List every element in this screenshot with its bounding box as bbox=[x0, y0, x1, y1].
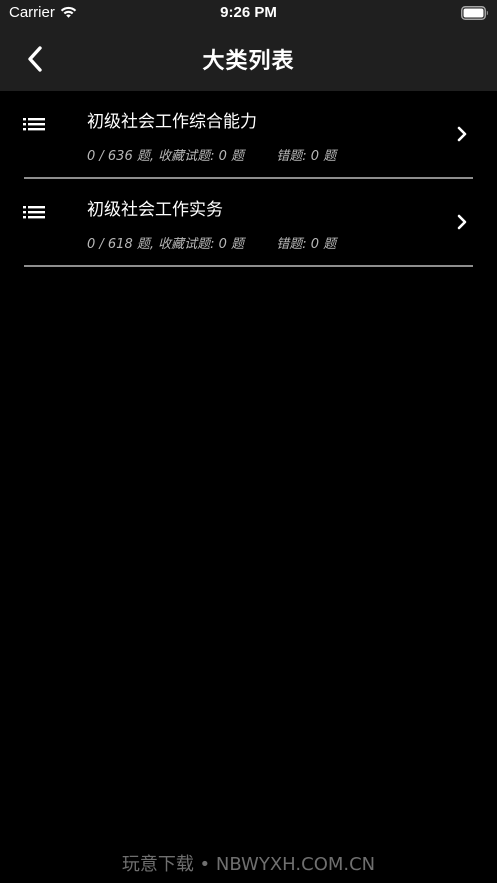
page-title: 大类列表 bbox=[202, 49, 295, 74]
item-favorites: 收藏试题: 0 题 bbox=[158, 149, 245, 164]
item-stats: 0 / 618 题, 收藏试题: 0 题 错题: 0 题 bbox=[87, 233, 336, 252]
category-list: 初级社会工作综合能力 0 / 636 题, 收藏试题: 0 题 错题: 0 题 … bbox=[0, 91, 497, 267]
item-favorites: 收藏试题: 0 题 bbox=[158, 237, 245, 252]
chevron-right-icon bbox=[457, 214, 467, 230]
item-title: 初级社会工作实务 bbox=[87, 200, 223, 220]
status-bar: Carrier 9:26 PM bbox=[0, 0, 497, 27]
screen: Carrier 9:26 PM 大类列表 初级社会工作综合能力 0 / 636 … bbox=[0, 0, 497, 883]
divider bbox=[24, 265, 473, 267]
list-icon bbox=[23, 118, 45, 131]
list-item[interactable]: 初级社会工作实务 0 / 618 题, 收藏试题: 0 题 错题: 0 题 bbox=[0, 179, 497, 267]
status-time: 9:26 PM bbox=[220, 4, 277, 21]
list-item[interactable]: 初级社会工作综合能力 0 / 636 题, 收藏试题: 0 题 错题: 0 题 bbox=[0, 91, 497, 179]
item-progress: 0 / 636 题, bbox=[87, 149, 154, 164]
navigation-bar: 大类列表 bbox=[0, 27, 497, 91]
item-stats: 0 / 636 题, 收藏试题: 0 题 错题: 0 题 bbox=[87, 145, 336, 164]
battery-icon bbox=[461, 6, 488, 20]
list-icon bbox=[23, 206, 45, 219]
chevron-right-icon bbox=[457, 126, 467, 142]
item-title: 初级社会工作综合能力 bbox=[87, 112, 257, 132]
item-wrong: 错题: 0 题 bbox=[276, 149, 337, 164]
watermark: 玩意下载 • NBWYXH.COM.CN bbox=[121, 854, 376, 875]
item-wrong: 错题: 0 题 bbox=[276, 237, 337, 252]
item-progress: 0 / 618 题, bbox=[87, 237, 154, 252]
